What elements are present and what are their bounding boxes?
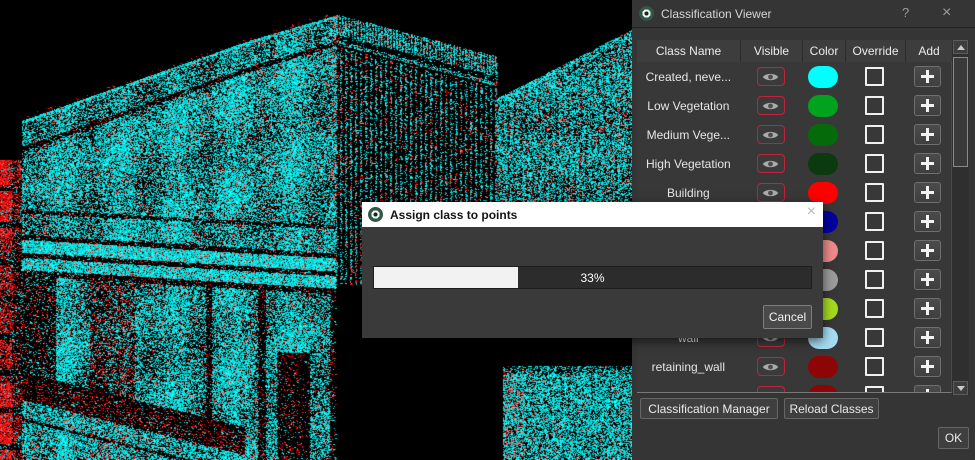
add-class-button[interactable]	[914, 211, 941, 232]
ok-button[interactable]: OK	[938, 427, 969, 449]
override-checkbox[interactable]	[865, 96, 884, 115]
override-checkbox[interactable]	[865, 357, 884, 376]
override-checkbox[interactable]	[865, 270, 884, 289]
panel-titlebar: Classification Viewer ? ×	[632, 0, 975, 28]
table-row	[637, 381, 951, 393]
column-header-visible[interactable]: Visible	[740, 40, 802, 62]
plus-icon	[921, 157, 934, 170]
panel-close-button[interactable]: ×	[942, 4, 951, 22]
visibility-toggle-button[interactable]	[757, 125, 785, 144]
add-class-button[interactable]	[914, 182, 941, 203]
class-name-label: Low Vegetation	[637, 91, 740, 120]
override-checkbox[interactable]	[865, 183, 884, 202]
plus-icon	[921, 70, 934, 83]
scrollbar-thumb[interactable]	[953, 57, 968, 167]
arrow-down-icon	[957, 386, 965, 391]
add-class-button[interactable]	[914, 298, 941, 319]
color-swatch[interactable]	[808, 356, 838, 378]
table-row: Medium Vege...	[637, 120, 951, 149]
plus-icon	[921, 302, 934, 315]
app-logo-icon	[368, 207, 383, 222]
table-scrollbar[interactable]	[952, 40, 969, 395]
color-swatch[interactable]	[808, 182, 838, 204]
table-row: Low Vegetation	[637, 91, 951, 120]
eye-icon	[762, 391, 779, 394]
override-checkbox[interactable]	[865, 299, 884, 318]
add-class-button[interactable]	[914, 153, 941, 174]
visibility-toggle-button[interactable]	[757, 154, 785, 173]
visibility-toggle-button[interactable]	[757, 386, 785, 393]
table-row: High Vegetation	[637, 149, 951, 178]
eye-icon	[762, 101, 779, 111]
app-logo-icon	[639, 6, 654, 21]
add-class-button[interactable]	[914, 95, 941, 116]
eye-icon	[762, 188, 779, 198]
class-name-label	[637, 381, 740, 393]
cancel-button[interactable]: Cancel	[763, 305, 812, 329]
progress-bar: 33%	[373, 266, 812, 289]
plus-icon	[921, 128, 934, 141]
dialog-close-button[interactable]: ×	[807, 203, 816, 221]
plus-icon	[921, 331, 934, 344]
visibility-toggle-button[interactable]	[757, 183, 785, 202]
override-checkbox[interactable]	[865, 212, 884, 231]
reload-classes-button[interactable]: Reload Classes	[784, 398, 879, 419]
class-name-label: High Vegetation	[637, 149, 740, 178]
arrow-up-icon	[957, 45, 965, 50]
scroll-up-button[interactable]	[953, 40, 968, 54]
eye-icon	[762, 159, 779, 169]
scroll-down-button[interactable]	[953, 381, 968, 395]
plus-icon	[921, 99, 934, 112]
class-name-label: Medium Vege...	[637, 120, 740, 149]
class-name-label: Created, neve...	[637, 62, 740, 91]
color-swatch[interactable]	[808, 385, 838, 394]
color-swatch[interactable]	[808, 153, 838, 175]
add-class-button[interactable]	[914, 356, 941, 377]
dialog-titlebar: Assign class to points ×	[362, 202, 823, 227]
override-checkbox[interactable]	[865, 154, 884, 173]
column-header-class-name[interactable]: Class Name	[637, 40, 740, 62]
eye-icon	[762, 72, 779, 82]
plus-icon	[921, 186, 934, 199]
help-button[interactable]: ?	[902, 4, 909, 22]
panel-title: Classification Viewer	[661, 7, 772, 21]
color-swatch[interactable]	[808, 124, 838, 146]
add-class-button[interactable]	[914, 66, 941, 87]
override-checkbox[interactable]	[865, 241, 884, 260]
table-row: Created, neve...	[637, 62, 951, 91]
visibility-toggle-button[interactable]	[757, 96, 785, 115]
column-header-override[interactable]: Override	[845, 40, 905, 62]
table-row: retaining_wall	[637, 352, 951, 381]
override-checkbox[interactable]	[865, 67, 884, 86]
eye-icon	[762, 130, 779, 140]
plus-icon	[921, 389, 934, 393]
visibility-toggle-button[interactable]	[757, 357, 785, 376]
assign-class-dialog: Assign class to points × 33% Cancel	[362, 202, 823, 338]
column-header-color[interactable]: Color	[802, 40, 845, 62]
add-class-button[interactable]	[914, 385, 941, 393]
plus-icon	[921, 360, 934, 373]
override-checkbox[interactable]	[865, 386, 884, 393]
visibility-toggle-button[interactable]	[757, 67, 785, 86]
add-class-button[interactable]	[914, 269, 941, 290]
class-name-label: retaining_wall	[637, 352, 740, 381]
classification-manager-button[interactable]: Classification Manager	[640, 398, 778, 419]
plus-icon	[921, 273, 934, 286]
progress-percent-label: 33%	[374, 267, 811, 288]
color-swatch[interactable]	[808, 66, 838, 88]
plus-icon	[921, 215, 934, 228]
override-checkbox[interactable]	[865, 328, 884, 347]
column-header-add[interactable]: Add	[905, 40, 952, 62]
override-checkbox[interactable]	[865, 125, 884, 144]
color-swatch[interactable]	[808, 95, 838, 117]
add-class-button[interactable]	[914, 240, 941, 261]
dialog-title: Assign class to points	[390, 208, 517, 222]
add-class-button[interactable]	[914, 124, 941, 145]
plus-icon	[921, 244, 934, 257]
add-class-button[interactable]	[914, 327, 941, 348]
eye-icon	[762, 362, 779, 372]
table-header: Class Name Visible Color Override Add	[637, 40, 952, 62]
